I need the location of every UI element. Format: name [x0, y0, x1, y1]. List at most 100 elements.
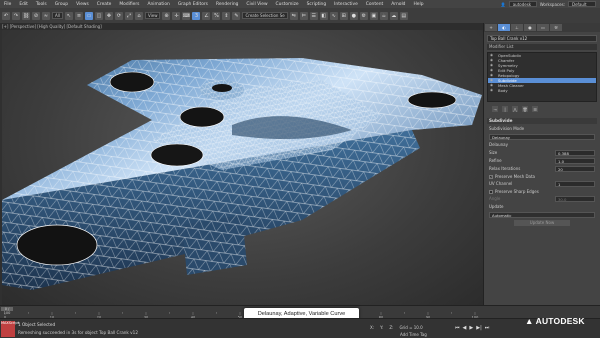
menu-interactive[interactable]: Interactive [330, 2, 362, 7]
show-end-result-icon[interactable]: | [502, 106, 508, 112]
menu-bar: File Edit Tools Group Views Create Modif… [0, 0, 600, 8]
menu-customize[interactable]: Customize [272, 2, 303, 7]
menu-arnold[interactable]: Arnold [387, 2, 409, 7]
rectangular-selection-icon[interactable]: ▭ [84, 11, 93, 20]
menu-help[interactable]: Help [409, 2, 427, 7]
schematic-view-icon[interactable]: ⊞ [339, 11, 348, 20]
pin-stack-icon[interactable]: ⊸ [492, 106, 498, 112]
account-area: 👤 autodesk Workspaces: Default [501, 1, 596, 7]
menu-tools[interactable]: Tools [32, 2, 51, 7]
utilities-tab-icon[interactable]: ⚒ [550, 24, 562, 31]
angle-spinner[interactable]: 30.0 [555, 196, 595, 202]
menu-file[interactable]: File [0, 2, 15, 7]
size-label: Size [489, 150, 498, 155]
reference-coordinate-dropdown[interactable]: View [144, 12, 161, 19]
previous-frame-icon[interactable]: ◀ [463, 325, 467, 331]
size-spinner[interactable]: 0.388 [555, 150, 595, 156]
perspective-viewport[interactable] [2, 30, 483, 305]
subdivision-mode-dropdown[interactable]: Delaunay [489, 134, 595, 140]
select-scale-icon[interactable]: ⤢ [124, 11, 133, 20]
bind-space-warp-icon[interactable]: ≈ [42, 11, 50, 20]
object-name-field[interactable]: Top Ball Crank v12 [487, 35, 597, 42]
next-frame-icon[interactable]: ▶| [476, 325, 482, 331]
modifier-list-dropdown[interactable]: Modifier List [487, 44, 597, 50]
menu-edit[interactable]: Edit [15, 2, 32, 7]
unlink-icon[interactable]: ⊘ [32, 11, 40, 20]
select-by-name-icon[interactable]: ≡ [74, 11, 83, 20]
preserve-sharp-check-icon [489, 189, 493, 194]
viewport-label[interactable]: [+] [Perspective] [High Quality] [Defaul… [0, 23, 483, 30]
x-label[interactable]: X: [370, 325, 374, 330]
create-tab-icon[interactable]: + [485, 24, 497, 31]
redo-icon[interactable]: ↷ [12, 11, 20, 20]
prompt-message: Remeshing succeeded in 3s for object Top… [18, 330, 138, 335]
update-mode-dropdown[interactable]: Automatic [489, 212, 595, 218]
keyboard-shortcut-icon[interactable]: ⌨ [182, 11, 191, 20]
menu-views[interactable]: Views [72, 2, 93, 7]
configure-sets-icon[interactable]: ☰ [532, 106, 538, 112]
material-editor-icon[interactable]: ● [349, 11, 358, 20]
display-tab-icon[interactable]: ▭ [537, 24, 549, 31]
window-crossing-icon[interactable]: ◫ [94, 11, 103, 20]
user-icon[interactable]: 👤 [501, 2, 506, 7]
spinner-snap-icon[interactable]: ⇕ [222, 11, 231, 20]
play-icon[interactable]: ▶ [469, 325, 473, 331]
refine-spinner[interactable]: 1.0 [555, 158, 595, 164]
layer-explorer-icon[interactable]: ◧ [319, 11, 328, 20]
pivot-center-icon[interactable]: ⊕ [162, 11, 171, 20]
add-time-tag[interactable]: Add Time Tag [400, 332, 427, 337]
maxscript-listener[interactable]: MAXScript [1, 321, 19, 337]
undo-icon[interactable]: ↶ [2, 11, 10, 20]
select-move-icon[interactable]: ✥ [104, 11, 113, 20]
select-manipulate-icon[interactable]: ✛ [172, 11, 181, 20]
percent-snap-icon[interactable]: % [212, 11, 221, 20]
render-production-icon[interactable]: ☕ [379, 11, 388, 20]
go-to-end-icon[interactable]: ⏭ [485, 325, 490, 331]
menu-rendering[interactable]: Rendering [212, 2, 242, 7]
preserve-mesh-checkbox[interactable]: ✓ Preserve Mesh Data [489, 174, 595, 179]
rendered-frame-window-icon[interactable]: ▣ [369, 11, 378, 20]
make-unique-icon[interactable]: ⋀ [512, 106, 518, 112]
angle-snap-icon[interactable]: ∠ [202, 11, 211, 20]
snaps-toggle-icon[interactable]: 3 [192, 11, 201, 20]
user-field[interactable]: autodesk [508, 1, 537, 7]
uv-channel-spinner[interactable]: 1 [555, 181, 595, 187]
scene-explorer-icon[interactable]: ☰ [309, 11, 318, 20]
menu-civil-view[interactable]: Civil View [242, 2, 271, 7]
named-selection-dropdown[interactable]: Create Selection Se [242, 12, 288, 19]
menu-scripting[interactable]: Scripting [303, 2, 331, 7]
select-rotate-icon[interactable]: ⟳ [114, 11, 123, 20]
y-label[interactable]: Y: [380, 325, 383, 330]
curve-editor-icon[interactable]: ∿ [329, 11, 338, 20]
relax-spinner[interactable]: 20 [555, 166, 595, 172]
motion-tab-icon[interactable]: ● [524, 24, 536, 31]
stack-buttons: ⊸ | ⋀ 🗑 ☰ [484, 103, 600, 115]
menu-group[interactable]: Group [51, 2, 72, 7]
render-in-cloud-icon[interactable]: ☁ [389, 11, 398, 20]
z-label[interactable]: Z: [389, 325, 393, 330]
workspace-dropdown[interactable]: Default [568, 1, 596, 7]
subdivide-rollout-title[interactable]: Subdivide [487, 118, 597, 124]
stack-item-body[interactable]: Body [488, 88, 596, 93]
go-to-start-icon[interactable]: ⏮ [455, 325, 460, 331]
update-now-button[interactable]: Update Now [514, 220, 570, 226]
link-icon[interactable]: ⛓ [22, 11, 30, 20]
time-slider[interactable]: 0 / 100 [1, 307, 13, 315]
preserve-sharp-checkbox[interactable]: Preserve Sharp Edges [489, 189, 595, 194]
menu-animation[interactable]: Animation [143, 2, 173, 7]
modify-tab-icon[interactable]: ◐ [498, 24, 510, 31]
remove-modifier-icon[interactable]: 🗑 [522, 106, 528, 112]
menu-modifiers[interactable]: Modifiers [115, 2, 143, 7]
hierarchy-tab-icon[interactable]: ⊥ [511, 24, 523, 31]
named-selection-sets-icon[interactable]: ✎ [232, 11, 241, 20]
menu-create[interactable]: Create [93, 2, 116, 7]
a360-gallery-icon[interactable]: ▤ [399, 11, 408, 20]
select-place-icon[interactable]: ⌂ [134, 11, 143, 20]
align-icon[interactable]: ⊨ [299, 11, 308, 20]
selection-filter-dropdown[interactable]: All [52, 12, 63, 19]
render-setup-icon[interactable]: ⚙ [359, 11, 368, 20]
menu-content[interactable]: Content [362, 2, 387, 7]
mirror-icon[interactable]: ⇋ [289, 11, 298, 20]
select-object-icon[interactable]: ↖ [64, 11, 73, 20]
menu-graph-editors[interactable]: Graph Editors [174, 2, 212, 7]
